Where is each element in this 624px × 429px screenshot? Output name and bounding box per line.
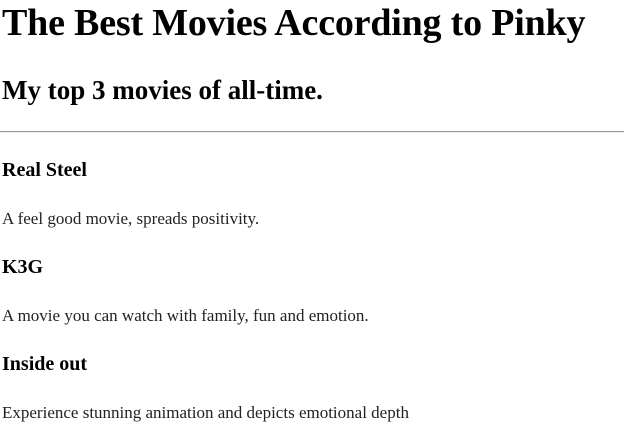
- page: The Best Movies According to Pinky My to…: [0, 0, 624, 429]
- movie-title: Inside out: [2, 353, 88, 375]
- movie-description: A feel good movie, spreads positivity.: [2, 209, 260, 228]
- movie-description: A movie you can watch with family, fun a…: [2, 306, 369, 325]
- movie-title: K3G: [2, 256, 44, 278]
- movie-description: Experience stunning animation and depict…: [2, 403, 409, 422]
- page-title: The Best Movies According to Pinky: [2, 2, 586, 44]
- divider: [0, 131, 624, 133]
- page-subtitle: My top 3 movies of all-time.: [2, 75, 323, 105]
- movie-title: Real Steel: [2, 159, 87, 181]
